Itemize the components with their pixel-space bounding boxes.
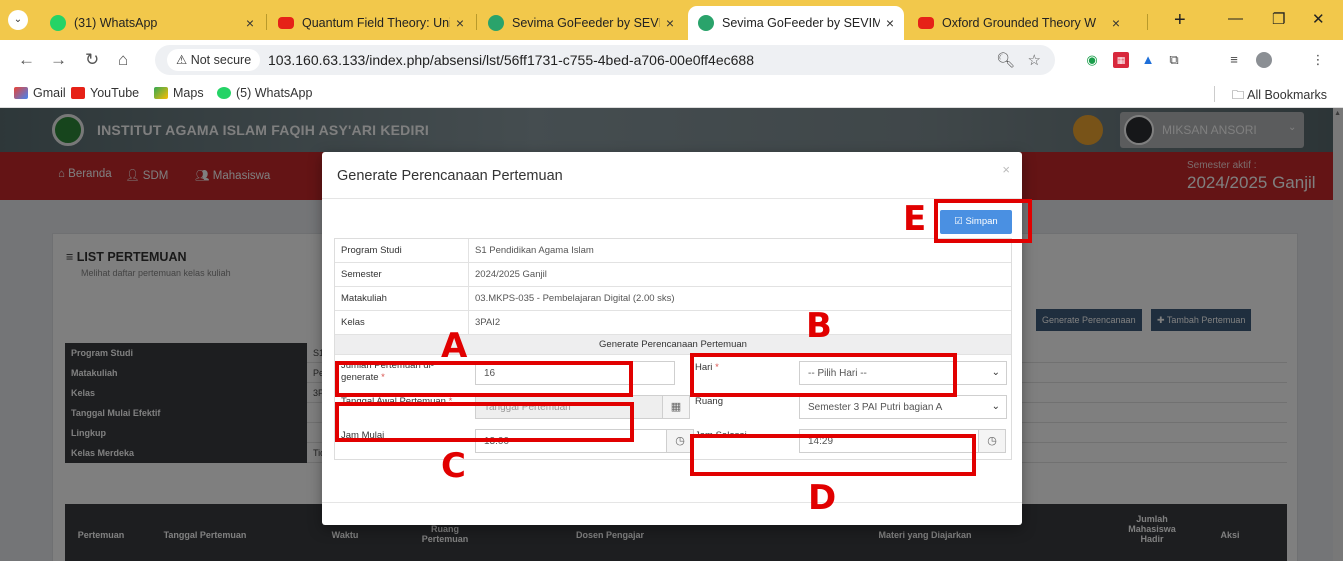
close-icon[interactable]: ×: [1112, 15, 1120, 31]
youtube-icon: [278, 17, 294, 29]
calendar-icon[interactable]: ▦: [662, 395, 690, 419]
tab-sevima-gofeeder-active[interactable]: Sevima GoFeeder by SEVIMA ×: [688, 6, 904, 40]
annotation-label-b: B: [806, 306, 832, 346]
bookmark-gmail[interactable]: Gmail: [14, 86, 66, 100]
zoom-icon[interactable]: 🔍︎: [996, 52, 1015, 69]
tab-separator: [1147, 14, 1148, 30]
folder-icon: 🗀: [1231, 88, 1245, 102]
tab-oxford-grounded-theory[interactable]: Oxford Grounded Theory W ×: [908, 6, 1130, 40]
tab-title: Sevima GoFeeder by SEVIMA: [722, 16, 880, 30]
close-icon[interactable]: ×: [666, 15, 674, 31]
divider: [322, 502, 1022, 503]
bookmark-youtube[interactable]: YouTube: [71, 86, 139, 100]
browser-menu-icon[interactable]: ⋮: [1310, 52, 1326, 68]
restore-icon[interactable]: ❐: [1272, 10, 1285, 28]
close-icon[interactable]: ×: [246, 15, 254, 31]
whatsapp-icon: [50, 15, 66, 31]
annotation-label-e: E: [903, 199, 927, 239]
tab-sevima-gofeeder-1[interactable]: Sevima GoFeeder by SEVIMA ×: [478, 6, 684, 40]
annotation-box-e: [934, 199, 1032, 243]
back-icon[interactable]: ←: [18, 50, 35, 70]
table-row: Semester 2024/2025 Ganjil: [335, 263, 1011, 287]
minimize-icon[interactable]: —: [1228, 10, 1243, 27]
extension-grid-icon[interactable]: ▦: [1113, 52, 1129, 68]
tab-quantum-field-theory[interactable]: Quantum Field Theory: Unive ×: [268, 6, 474, 40]
reading-list-icon[interactable]: ≡: [1226, 52, 1242, 68]
close-icon[interactable]: ×: [456, 15, 464, 31]
annotation-box-c: [335, 402, 634, 442]
chevron-down-icon: ⌄: [991, 401, 1000, 412]
window-close-icon[interactable]: ✕: [1312, 10, 1325, 28]
youtube-icon: [71, 87, 85, 99]
chevron-down-icon: ⌄: [991, 367, 1000, 378]
profile-avatar[interactable]: [1256, 52, 1272, 68]
security-badge[interactable]: ⚠ Not secure: [167, 49, 261, 71]
annotation-label-c: C: [441, 446, 466, 486]
maps-icon: [154, 87, 168, 99]
ruang-label: Ruang: [695, 396, 723, 407]
home-icon[interactable]: ⌂: [118, 50, 128, 70]
extension-arrow-icon[interactable]: ▲: [1140, 52, 1156, 68]
close-icon[interactable]: ×: [886, 15, 894, 31]
warning-icon: ⚠: [176, 53, 188, 67]
browser-tab-strip: ⌄ (31) WhatsApp × Quantum Field Theory: …: [0, 0, 1343, 40]
bookmark-star-icon[interactable]: ☆: [1028, 52, 1041, 69]
annotation-label-d: D: [808, 478, 837, 518]
table-row: Matakuliah 03.MKPS-035 - Pembelajaran Di…: [335, 287, 1011, 311]
tab-title: Sevima GoFeeder by SEVIMA: [512, 16, 660, 30]
section-title: Generate Perencanaan Pertemuan: [335, 335, 1011, 355]
table-row: Kelas 3PAI2: [335, 311, 1011, 335]
modal-close-icon[interactable]: ×: [1002, 162, 1010, 177]
tab-title: Oxford Grounded Theory W: [942, 16, 1097, 30]
bookmarks-bar: Gmail YouTube Maps (5) WhatsApp 🗀 All Bo…: [0, 80, 1343, 108]
extensions-puzzle-icon[interactable]: ⧉: [1166, 52, 1182, 68]
address-bar[interactable]: ⚠ Not secure 103.160.63.133/index.php/ab…: [155, 45, 1055, 75]
annotation-box-d: [690, 434, 976, 476]
sevima-icon: [488, 15, 504, 31]
annotation-label-a: A: [441, 326, 468, 366]
new-tab-icon[interactable]: +: [1174, 9, 1186, 32]
whatsapp-icon: [217, 87, 231, 99]
url-text[interactable]: 103.160.63.133/index.php/absensi/lst/56f…: [268, 52, 754, 68]
tab-separator: [476, 14, 477, 30]
gmail-icon: [14, 87, 28, 99]
omnibox-actions: 🔍︎ ☆: [996, 51, 1041, 69]
bookmark-maps[interactable]: Maps: [154, 86, 204, 100]
modal-title: Generate Perencanaan Pertemuan: [337, 168, 563, 184]
all-bookmarks[interactable]: 🗀 All Bookmarks: [1232, 86, 1327, 107]
tab-title: Quantum Field Theory: Unive: [302, 16, 450, 30]
extension-sevima-icon[interactable]: ◉: [1084, 52, 1100, 68]
bookmark-whatsapp[interactable]: (5) WhatsApp: [217, 86, 312, 100]
annotation-box-b: [690, 353, 957, 397]
not-secure-label: Not secure: [190, 53, 252, 67]
bookmarks-separator: [1214, 86, 1215, 102]
tab-search-icon[interactable]: ⌄: [8, 10, 28, 30]
browser-toolbar: ← → ↻ ⌂ ⚠ Not secure 103.160.63.133/inde…: [0, 40, 1343, 80]
clock-icon[interactable]: ◷: [978, 429, 1006, 453]
youtube-icon: [918, 17, 934, 29]
tab-title: (31) WhatsApp: [74, 16, 158, 30]
tab-separator: [266, 14, 267, 30]
reload-icon[interactable]: ↻: [85, 50, 99, 70]
sevima-icon: [698, 15, 714, 31]
ruang-select[interactable]: Semester 3 PAI Putri bagian A ⌄: [799, 395, 1007, 419]
tab-whatsapp[interactable]: (31) WhatsApp ×: [40, 6, 264, 40]
annotation-box-a: [335, 361, 633, 397]
forward-icon[interactable]: →: [50, 50, 67, 70]
table-row: Program Studi S1 Pendidikan Agama Islam: [335, 239, 1011, 263]
